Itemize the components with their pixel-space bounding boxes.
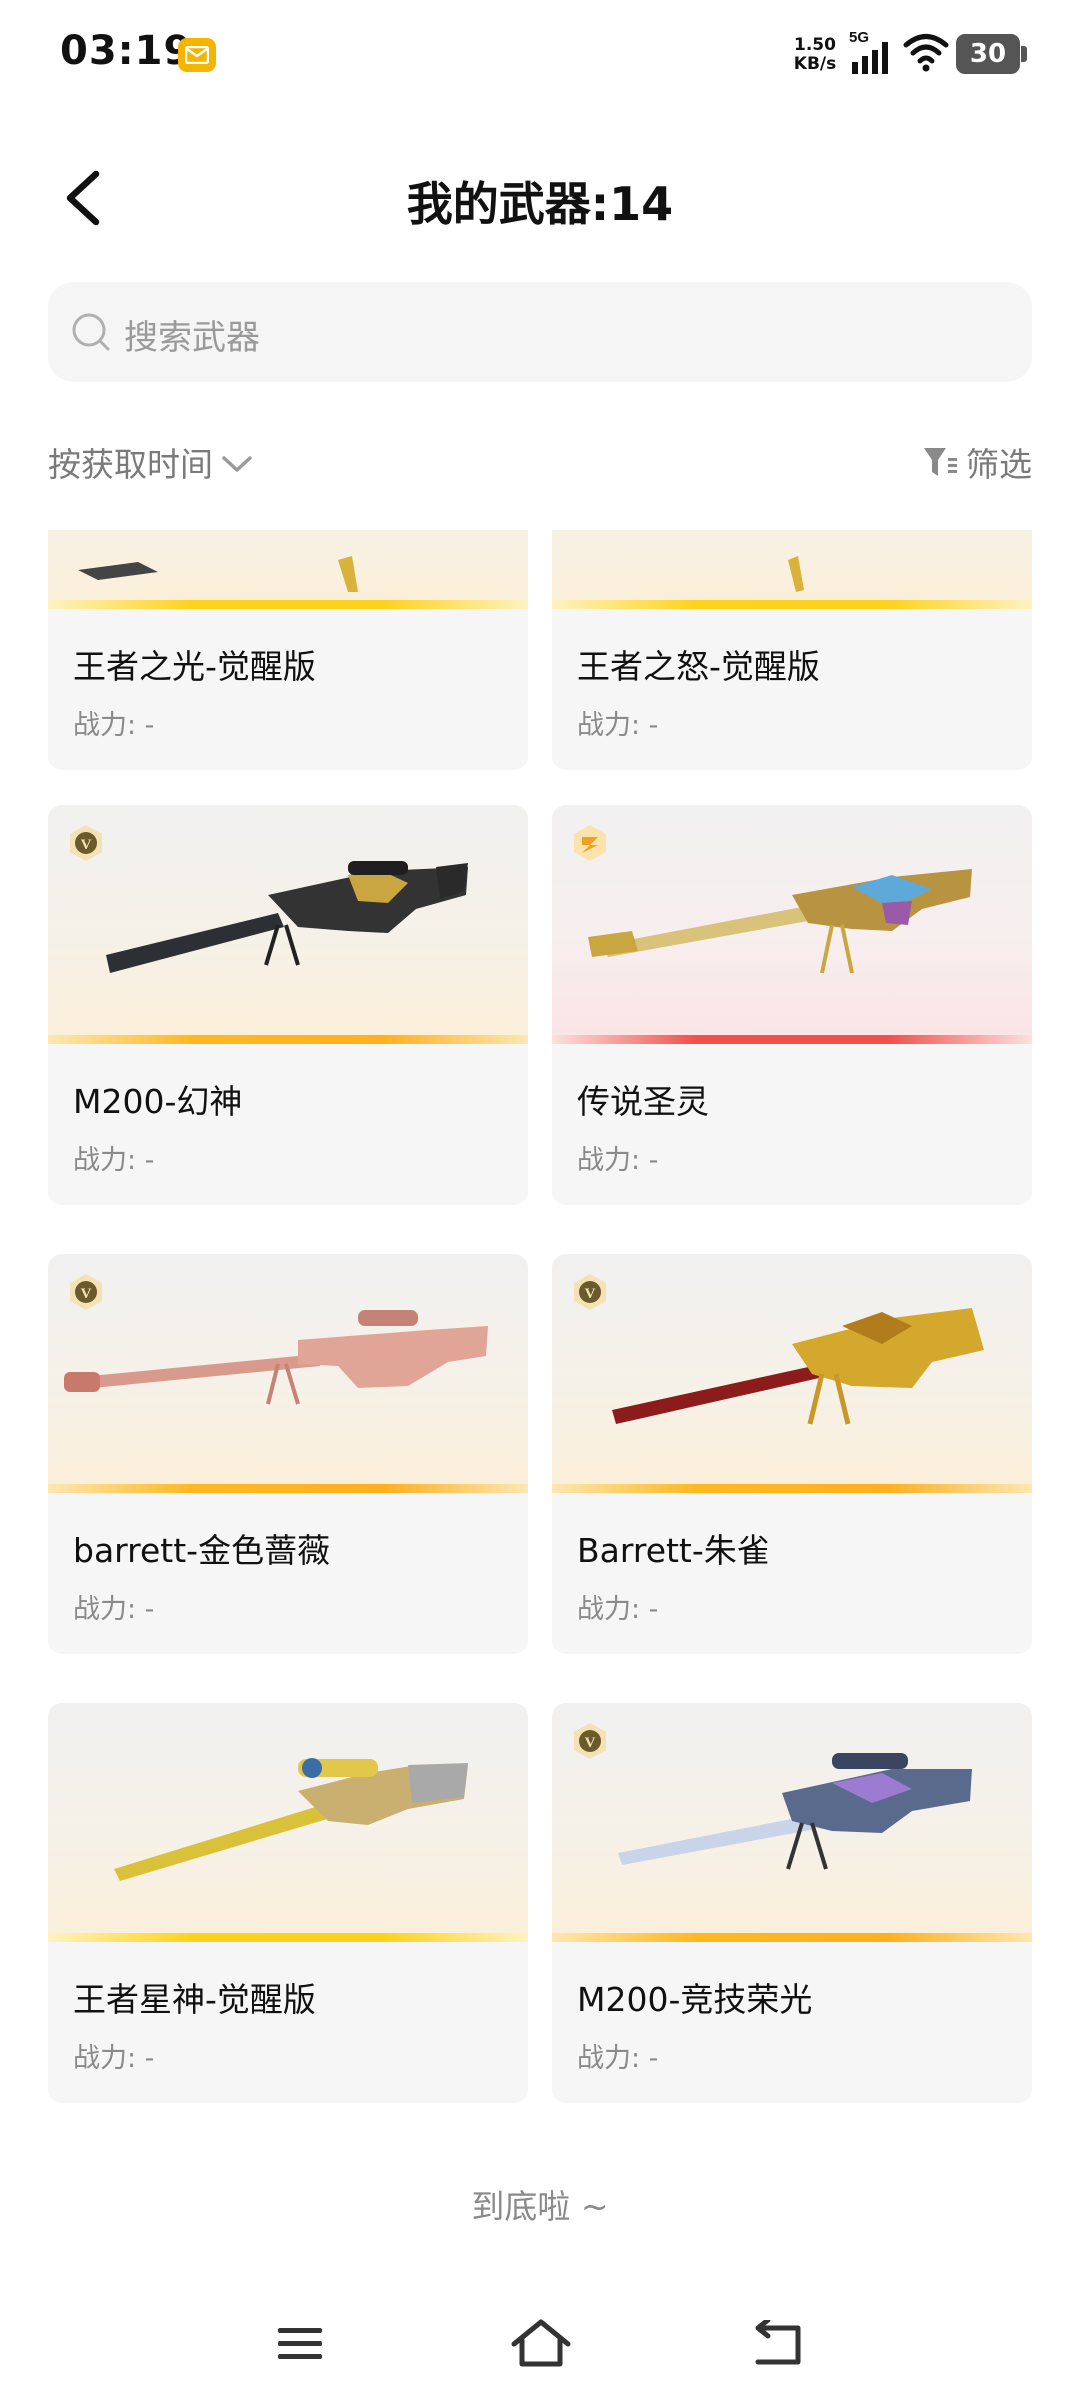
search-icon [72,313,110,351]
weapon-card[interactable]: V Barrett-朱雀 战力: - [552,1254,1032,1654]
weapon-card[interactable]: 传说圣灵 战力: - [552,805,1032,1205]
rarity-bar [552,1035,1032,1044]
weapon-name: 王者星神-觉醒版 [73,1980,316,2019]
page-title: 我的武器:14 [406,177,674,231]
weapon-image [552,530,1032,608]
weapon-image: V [552,1254,1032,1492]
chevron-down-icon [222,456,252,472]
rarity-bar [48,1035,528,1044]
weapon-power: 战力: - [577,2043,659,2074]
weapon-card[interactable]: V barrett-金色蔷薇 战力: - [48,1254,528,1654]
weapon-power: 战力: - [73,710,155,741]
filter-icon [924,448,957,476]
menu-icon[interactable] [276,2322,324,2366]
network-type: 5G [849,29,869,46]
weapon-card[interactable]: V M200-竞技荣光 战力: - [552,1703,1032,2103]
weapon-image: V [552,1703,1032,1941]
network-speed: 1.50 KB/s [790,36,840,74]
weapon-power: 战力: - [73,1145,155,1176]
svg-text:V: V [81,837,92,853]
filter-label: 筛选 [966,445,1032,484]
weapon-card[interactable]: V M200-幻神 战力: - [48,805,528,1205]
weapon-power: 战力: - [73,2043,155,2074]
weapon-image-gun [612,1308,984,1425]
sort-dropdown[interactable]: 按获取时间 [48,434,253,490]
weapon-card[interactable]: 王者之光-觉醒版 战力: - [48,530,528,770]
rarity-bar [552,600,1032,609]
weapon-name: 传说圣灵 [577,1082,709,1121]
weapon-image [48,530,528,608]
v-badge-icon: V [574,1274,606,1310]
filter-button[interactable]: 筛选 [922,434,1032,490]
weapon-power: 战力: - [577,1145,659,1176]
rarity-bar [48,1484,528,1493]
weapon-card[interactable]: 王者星神-觉醒版 战力: - [48,1703,528,2103]
weapon-image-gun [618,1753,972,1870]
weapon-power: 战力: - [577,1594,659,1625]
weapon-image-gun [106,861,468,973]
rarity-bar [552,1484,1032,1493]
legend-badge-icon [574,825,606,861]
rarity-bar [48,1933,528,1942]
back-nav-icon[interactable] [754,2320,804,2368]
search-placeholder: 搜索武器 [124,318,260,358]
weapon-image [552,805,1032,1043]
weapon-name: Barrett-朱雀 [577,1531,770,1570]
end-of-list-text: 到底啦 ~ [471,2187,609,2226]
rarity-bar [48,600,528,609]
mail-notification-icon [178,38,216,72]
battery-tip [1021,46,1027,62]
svg-text:V: V [585,1286,596,1302]
weapon-image-gun [64,1310,488,1405]
weapon-image: V [48,1254,528,1492]
weapon-power: 战力: - [73,1594,155,1625]
weapon-grid: 王者之光-觉醒版 战力: - 王者之怒-觉醒版 战力: - V M200-幻神 … [48,530,1032,2108]
weapon-power: 战力: - [577,710,659,741]
home-icon[interactable] [510,2318,572,2368]
weapon-card[interactable]: 王者之怒-觉醒版 战力: - [552,530,1032,770]
weapon-name: barrett-金色蔷薇 [73,1531,331,1570]
status-bar: 03:19 1.50 KB/s 5G 30 [0,0,1080,110]
svg-text:V: V [585,1735,596,1751]
network-speed-value: 1.50 [794,35,836,55]
weapon-name: M200-竞技荣光 [577,1980,813,2019]
weapon-name: 王者之光-觉醒版 [73,647,316,686]
status-time: 03:19 [60,28,193,74]
weapon-image: V [48,805,528,1043]
search-input[interactable]: 搜索武器 [48,282,1032,382]
v-badge-icon: V [574,1723,606,1759]
weapon-image-gun [114,1758,468,1881]
battery-indicator: 30 [956,34,1020,74]
system-nav-bar [0,2290,1080,2400]
sort-label: 按获取时间 [48,445,213,484]
svg-text:V: V [81,1286,92,1302]
weapon-name: M200-幻神 [73,1082,243,1121]
v-badge-icon: V [70,1274,102,1310]
weapon-image-gun [788,556,804,592]
weapon-name: 王者之怒-觉醒版 [577,647,820,686]
cellular-signal-icon: 5G [849,29,888,74]
network-speed-unit: KB/s [793,54,837,74]
rarity-bar [552,1933,1032,1942]
weapon-image-gun [588,869,972,974]
wifi-icon [903,34,949,72]
weapon-image-gun [78,556,358,592]
v-badge-icon: V [70,825,102,861]
weapon-image [48,1703,528,1941]
